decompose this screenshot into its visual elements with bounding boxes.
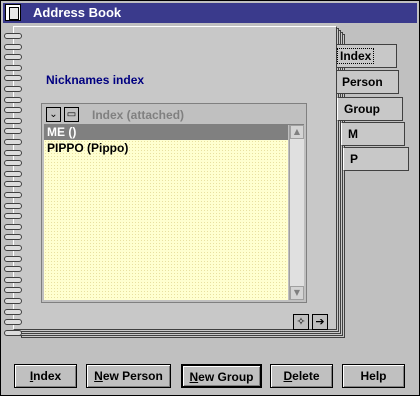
spiral-ring [4,234,22,240]
spiral-ring [4,160,22,166]
window-title: Address Book [33,5,122,20]
spiral-ring [4,245,22,251]
tab-p[interactable]: P [343,147,409,171]
spiral-ring [4,181,22,187]
spiral-ring [4,150,22,156]
spiral-ring [4,139,22,145]
spiral-ring [4,213,22,219]
list-item[interactable]: ME () [44,125,288,140]
next-page-icon[interactable]: ➔ [312,314,328,330]
tab-group[interactable]: Group [337,97,403,121]
delete-button[interactable]: Delete [270,364,333,388]
index-button[interactable]: Index [14,364,77,388]
spiral-ring [4,65,22,71]
spiral-ring [4,107,22,113]
spiral-ring [4,266,22,272]
help-button[interactable]: Help [342,364,405,388]
spiral-ring [4,330,22,336]
nicknames-listbox[interactable]: ⌄ ▭ Index (attached) ME () PIPPO (Pippo)… [41,103,307,303]
spiral-ring [4,224,22,230]
spiral-ring [4,97,22,103]
section-title: Nicknames index [46,73,145,87]
spiral-ring [4,75,22,81]
tab-m[interactable]: M [341,122,405,146]
spiral-ring [4,118,22,124]
tab-person[interactable]: Person [335,70,399,94]
spiral-ring [4,287,22,293]
spiral-ring [4,128,22,134]
address-book-window: Address Book P M Group Person Index Nick… [0,0,420,396]
previous-page-icon[interactable]: ✧ [293,314,309,330]
spiral-ring [4,192,22,198]
listbox-header: ⌄ ▭ Index (attached) [44,106,304,125]
listbox-title: Index (attached) [92,108,185,122]
spiral-ring [4,44,22,50]
spiral-ring [4,54,22,60]
title-bar[interactable]: Address Book [3,3,417,23]
spiral-ring [4,277,22,283]
new-person-button[interactable]: New Person [86,364,171,388]
spiral-ring [4,319,22,325]
address-book-icon[interactable] [5,4,21,21]
new-group-button[interactable]: New Group [181,364,262,388]
spiral-ring [4,309,22,315]
listbox-body[interactable]: ME () PIPPO (Pippo) [44,125,288,300]
spiral-ring [4,171,22,177]
spiral-ring [4,256,22,262]
computer-icon[interactable]: ▭ [64,107,79,122]
spiral-ring [4,203,22,209]
spiral-ring [4,33,22,39]
scroll-down-icon[interactable]: ▼ [290,286,304,300]
dropdown-icon[interactable]: ⌄ [46,107,61,122]
vertical-scrollbar[interactable]: ▲ ▼ [289,125,304,300]
list-item[interactable]: PIPPO (Pippo) [44,141,288,156]
spiral-ring [4,86,22,92]
scroll-up-icon[interactable]: ▲ [290,125,304,139]
tab-index[interactable]: Index [331,44,397,68]
spiral-ring [4,298,22,304]
